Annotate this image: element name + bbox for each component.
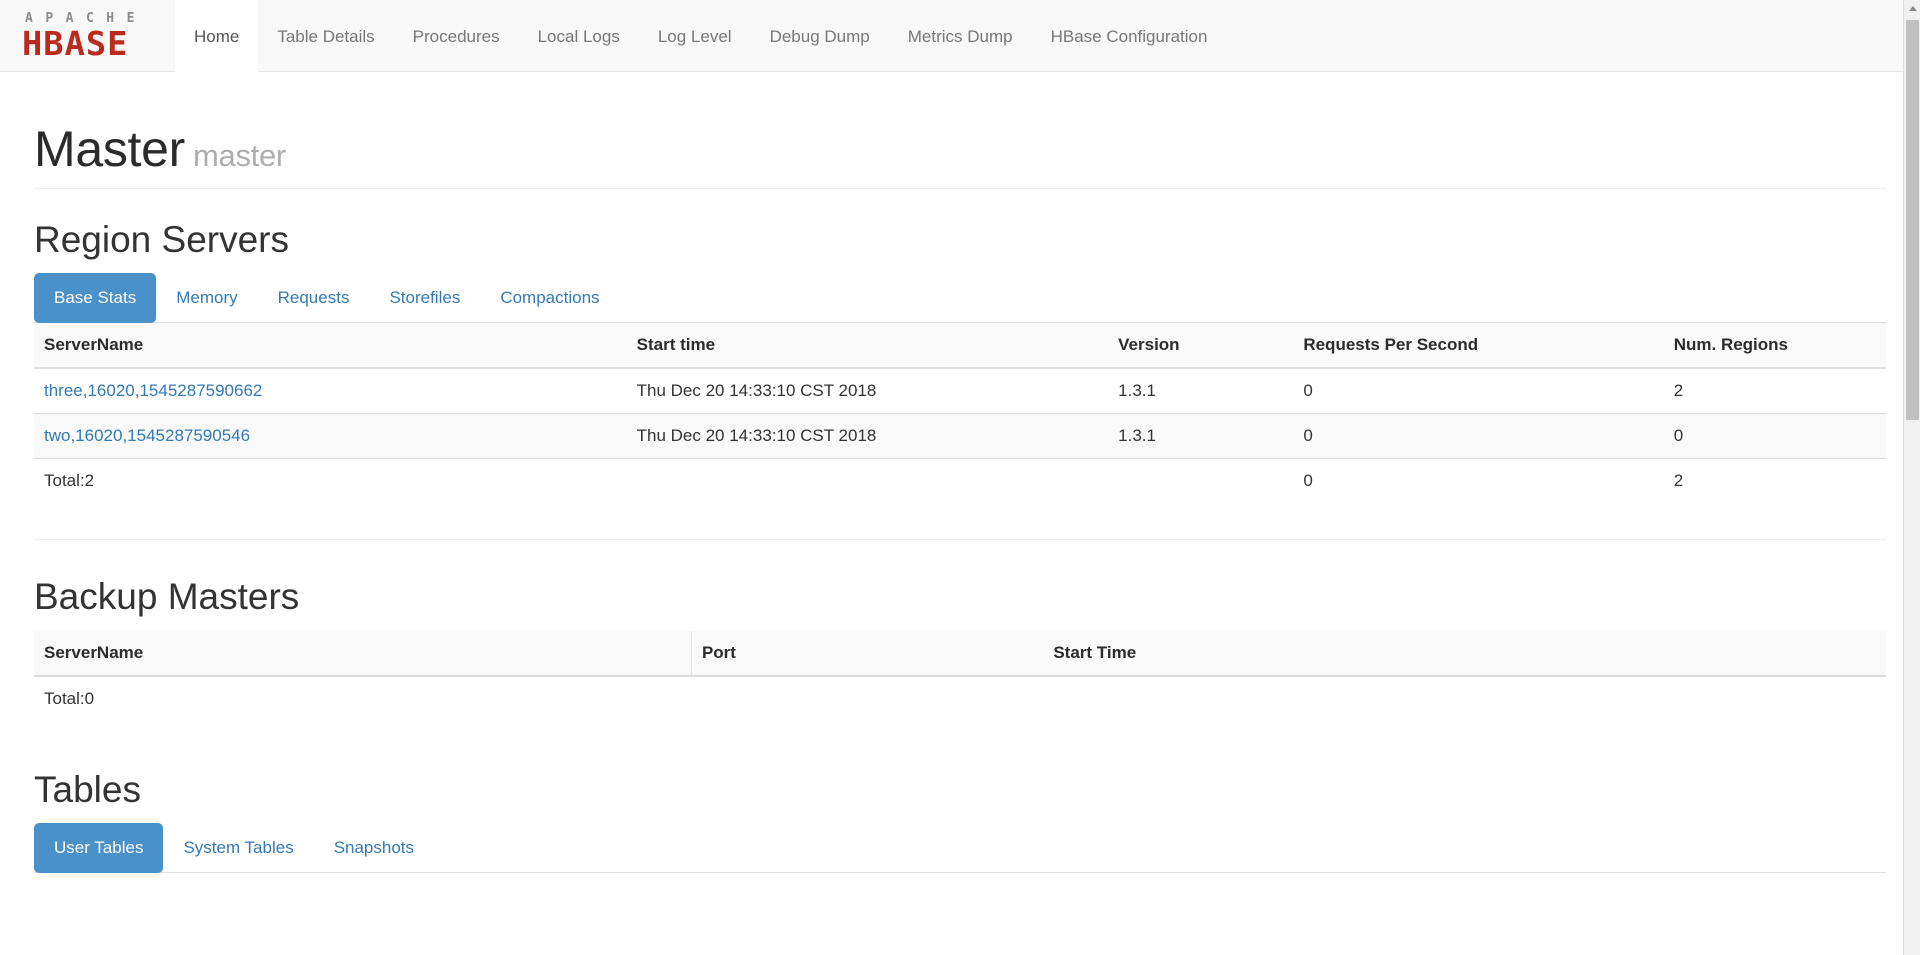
tab-storefiles-link[interactable]: Storefiles bbox=[369, 273, 480, 323]
tab-memory-link[interactable]: Memory bbox=[156, 273, 257, 323]
cell-version: 1.3.1 bbox=[1108, 367, 1294, 414]
col-header-bm-servername: ServerName bbox=[34, 630, 692, 677]
col-header-start-time: Start time bbox=[626, 323, 1109, 370]
table-row: two,16020,1545287590546 Thu Dec 20 14:33… bbox=[34, 413, 1886, 459]
nav-menu: Home Table Details Procedures Local Logs… bbox=[174, 0, 1227, 72]
cell-servername: two,16020,1545287590546 bbox=[34, 413, 627, 459]
cell-bm-total-port bbox=[691, 675, 1044, 721]
tab-base-stats[interactable]: Base Stats bbox=[34, 273, 157, 324]
tab-storefiles[interactable]: Storefiles bbox=[369, 273, 480, 323]
hbase-logo[interactable]: APACHE HBASE bbox=[22, 0, 163, 72]
tab-compactions-link[interactable]: Compactions bbox=[480, 273, 619, 323]
cell-num-regions: 2 bbox=[1663, 367, 1886, 414]
page-title: Master master bbox=[34, 122, 1886, 177]
section-divider bbox=[34, 539, 1886, 541]
page-title-text: Master bbox=[34, 121, 186, 177]
tab-requests-link[interactable]: Requests bbox=[258, 273, 370, 323]
tab-user-tables-link[interactable]: User Tables bbox=[34, 822, 164, 873]
tab-requests[interactable]: Requests bbox=[258, 273, 370, 323]
cell-total-version bbox=[1108, 458, 1294, 504]
nav-item-procedures[interactable]: Procedures bbox=[394, 0, 519, 71]
cell-bm-total-start-time bbox=[1043, 675, 1886, 721]
cell-total-label: Total:2 bbox=[34, 458, 627, 504]
page-root: APACHE HBASE Home Table Details Procedur… bbox=[0, 0, 1920, 955]
scrollbar-thumb[interactable] bbox=[1906, 20, 1919, 420]
page-title-subtitle: master bbox=[193, 138, 286, 173]
backup-masters-table: ServerName Port Start Time Total:0 bbox=[34, 630, 1886, 721]
nav-item-log-level[interactable]: Log Level bbox=[639, 0, 751, 71]
logo-hbase-text: HBASE bbox=[22, 24, 129, 63]
backup-masters-table-head: ServerName Port Start Time bbox=[34, 630, 1886, 677]
nav-link-home[interactable]: Home bbox=[174, 0, 259, 72]
table-total-row: Total:2 0 2 bbox=[34, 458, 1886, 504]
cell-start-time: Thu Dec 20 14:33:10 CST 2018 bbox=[626, 413, 1109, 459]
cell-total-start-time bbox=[626, 458, 1109, 504]
server-link-two[interactable]: two,16020,1545287590546 bbox=[44, 426, 250, 445]
tab-system-tables[interactable]: System Tables bbox=[163, 823, 313, 873]
table-header-row: ServerName Port Start Time bbox=[34, 630, 1886, 677]
nav-item-hbase-configuration[interactable]: HBase Configuration bbox=[1032, 0, 1227, 71]
col-header-requests-per-second: Requests Per Second bbox=[1293, 323, 1664, 370]
tab-memory[interactable]: Memory bbox=[156, 273, 257, 323]
region-servers-heading: Region Servers bbox=[34, 219, 290, 260]
nav-link-hbase-configuration[interactable]: HBase Configuration bbox=[1032, 0, 1227, 72]
nav-item-debug-dump[interactable]: Debug Dump bbox=[751, 0, 889, 71]
region-servers-table-head: ServerName Start time Version Requests P… bbox=[34, 323, 1886, 370]
nav-link-metrics-dump[interactable]: Metrics Dump bbox=[889, 0, 1032, 72]
nav-link-local-logs[interactable]: Local Logs bbox=[519, 0, 639, 72]
nav-item-metrics-dump[interactable]: Metrics Dump bbox=[889, 0, 1032, 71]
col-header-servername: ServerName bbox=[34, 323, 627, 370]
cell-total-requests-per-second: 0 bbox=[1293, 458, 1664, 504]
page-header: Master master bbox=[34, 122, 1886, 189]
tab-system-tables-link[interactable]: System Tables bbox=[163, 823, 313, 873]
cell-version: 1.3.1 bbox=[1108, 413, 1294, 459]
nav-link-table-details[interactable]: Table Details bbox=[258, 0, 393, 72]
nav-item-table-details[interactable]: Table Details bbox=[258, 0, 393, 71]
cell-requests-per-second: 0 bbox=[1293, 367, 1664, 414]
top-navbar: APACHE HBASE Home Table Details Procedur… bbox=[0, 0, 1920, 72]
col-header-bm-port: Port bbox=[691, 630, 1044, 677]
tab-snapshots-link[interactable]: Snapshots bbox=[314, 823, 434, 873]
tab-compactions[interactable]: Compactions bbox=[480, 273, 619, 323]
nav-item-local-logs[interactable]: Local Logs bbox=[519, 0, 639, 71]
cell-total-num-regions: 2 bbox=[1663, 458, 1886, 504]
region-servers-tabs: Base Stats Memory Requests Storefiles Co… bbox=[34, 273, 1886, 324]
cell-start-time: Thu Dec 20 14:33:10 CST 2018 bbox=[626, 367, 1109, 414]
nav-link-procedures[interactable]: Procedures bbox=[394, 0, 519, 72]
table-row: three,16020,1545287590662 Thu Dec 20 14:… bbox=[34, 367, 1886, 414]
table-total-row: Total:0 bbox=[34, 675, 1886, 721]
cell-servername: three,16020,1545287590662 bbox=[34, 367, 627, 414]
cell-bm-total-label: Total:0 bbox=[34, 675, 692, 721]
server-link-three[interactable]: three,16020,1545287590662 bbox=[44, 381, 262, 400]
backup-masters-heading: Backup Masters bbox=[34, 576, 300, 618]
tab-snapshots[interactable]: Snapshots bbox=[314, 823, 434, 873]
cell-requests-per-second: 0 bbox=[1293, 413, 1664, 459]
table-header-row: ServerName Start time Version Requests P… bbox=[34, 323, 1886, 370]
vertical-scrollbar[interactable] bbox=[1903, 0, 1920, 955]
main-content: Master master Region Servers Base Stats M… bbox=[18, 122, 1902, 873]
col-header-bm-start-time: Start Time bbox=[1043, 630, 1886, 677]
col-header-num-regions: Num. Regions bbox=[1663, 323, 1886, 370]
col-header-version: Version bbox=[1108, 323, 1294, 370]
tables-heading: Tables bbox=[34, 768, 141, 810]
region-servers-table-body: three,16020,1545287590662 Thu Dec 20 14:… bbox=[34, 367, 1886, 504]
tab-base-stats-link[interactable]: Base Stats bbox=[34, 273, 157, 324]
nav-item-home[interactable]: Home bbox=[174, 0, 259, 72]
region-servers-table: ServerName Start time Version Requests P… bbox=[34, 323, 1886, 504]
nav-link-debug-dump[interactable]: Debug Dump bbox=[751, 0, 889, 72]
nav-link-log-level[interactable]: Log Level bbox=[639, 0, 751, 72]
scroll-up-arrow-icon[interactable] bbox=[1904, 0, 1920, 17]
tab-user-tables[interactable]: User Tables bbox=[34, 822, 164, 873]
backup-masters-table-body: Total:0 bbox=[34, 675, 1886, 721]
cell-num-regions: 0 bbox=[1663, 413, 1886, 459]
tables-tabs: User Tables System Tables Snapshots bbox=[34, 822, 1886, 873]
